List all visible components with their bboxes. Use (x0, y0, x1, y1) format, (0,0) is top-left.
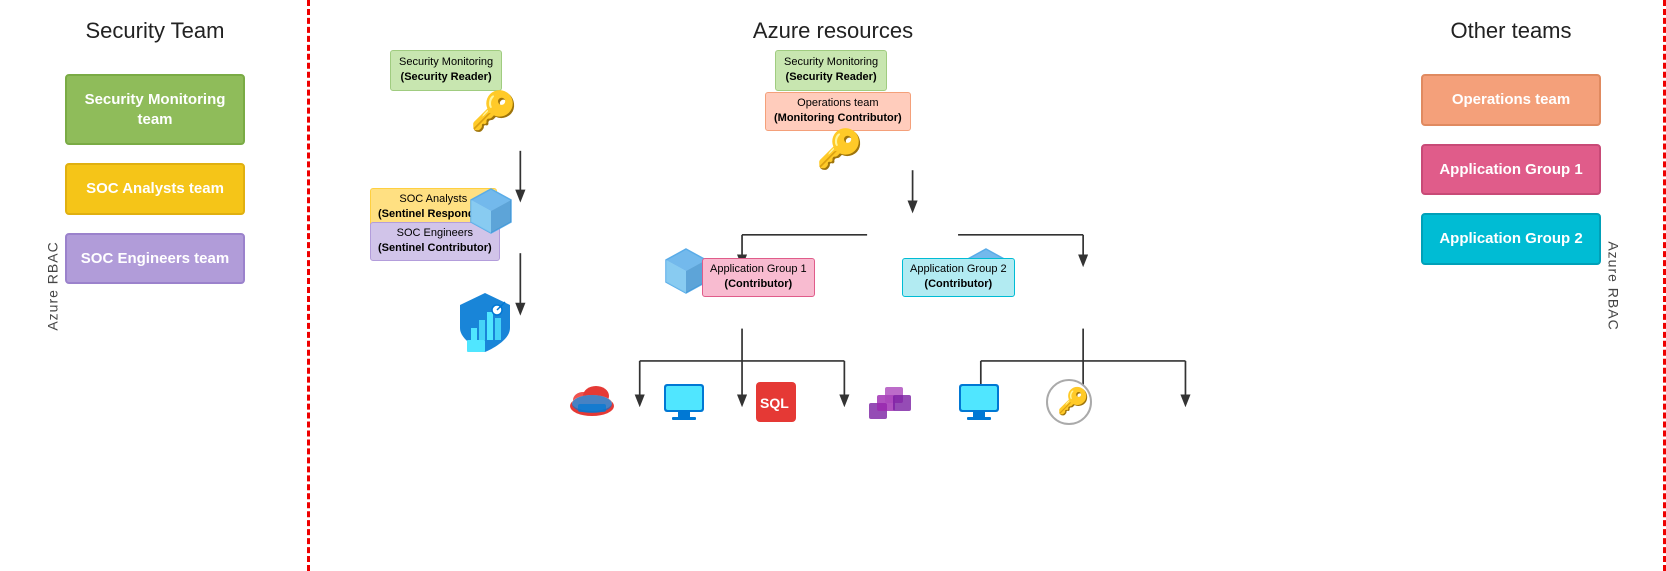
middle-section-title: Azure resources (310, 0, 1356, 54)
key-icon-left: 🔑 (470, 90, 517, 134)
azure-rbac-right-label: Azure RBAC (1605, 241, 1621, 330)
azure-rbac-left-label: Azure RBAC (45, 241, 61, 330)
resource-monitor-1 (660, 378, 708, 431)
resource-key-vault: 🔑 (1045, 378, 1093, 431)
middle-section: Azure resources (310, 0, 1356, 571)
teams-list: Security Monitoring team SOC Analysts te… (65, 74, 245, 284)
role-security-monitoring-left: Security Monitoring(Security Reader) (390, 50, 502, 91)
role-app-group-1: Application Group 1(Contributor) (702, 258, 815, 297)
team-soc-analysts: SOC Analysts team (65, 163, 245, 215)
left-section: Security Team Security Monitoring team S… (0, 0, 310, 571)
other-team-operations: Operations team (1421, 74, 1601, 126)
team-security-monitoring: Security Monitoring team (65, 74, 245, 145)
team-soc-engineers: SOC Engineers team (65, 233, 245, 285)
right-section: Other teams Operations team Application … (1356, 0, 1666, 571)
role-operations-team: Operations team(Monitoring Contributor) (765, 92, 911, 131)
resource-monitor-2 (955, 378, 1003, 431)
other-team-app-group-2: Application Group 2 (1421, 213, 1601, 265)
sentinel-icon (455, 290, 515, 360)
other-teams-list: Operations team Application Group 1 Appl… (1421, 74, 1601, 265)
right-section-title: Other teams (1356, 0, 1666, 54)
left-section-title: Security Team (0, 0, 310, 54)
resource-cloud-1 (568, 378, 616, 423)
role-security-monitoring-right: Security Monitoring(Security Reader) (775, 50, 887, 91)
resource-sql-1: SQL (752, 378, 800, 431)
main-container: Security Team Security Monitoring team S… (0, 0, 1666, 571)
role-app-group-2: Application Group 2(Contributor) (902, 258, 1015, 297)
resource-db-purple (865, 375, 917, 428)
cube-icon-left (465, 185, 517, 242)
svg-text:SQL: SQL (760, 395, 789, 411)
other-team-app-group-1: Application Group 1 (1421, 144, 1601, 196)
key-icon-right: 🔑 (816, 128, 863, 172)
svg-text:🔑: 🔑 (1057, 385, 1089, 417)
